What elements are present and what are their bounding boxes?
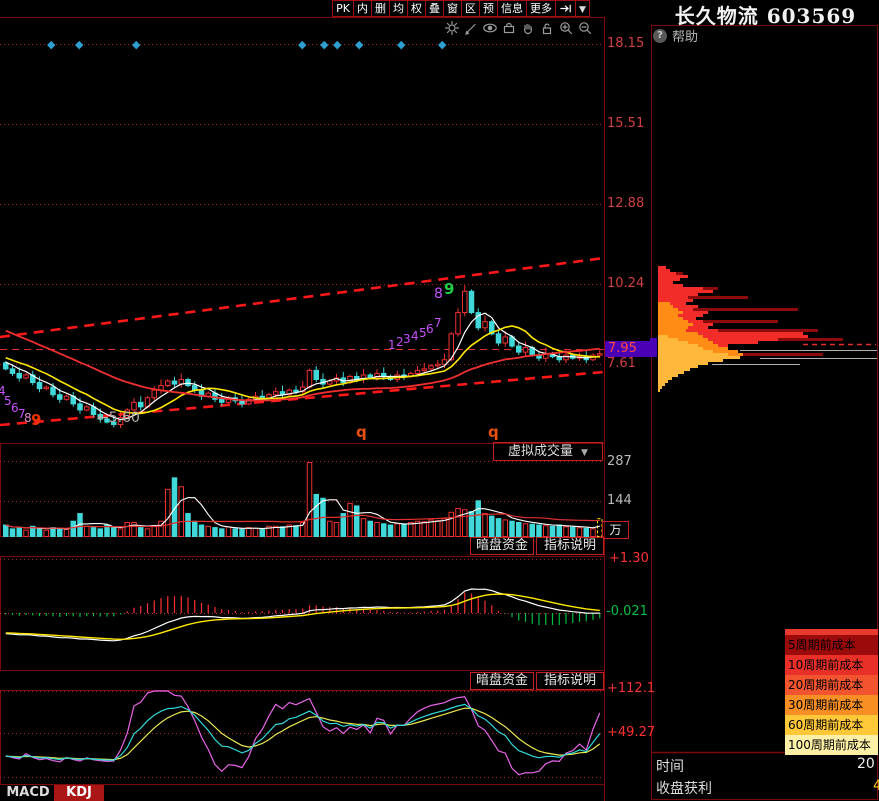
sequence-number: 1	[388, 338, 396, 352]
volume-indicator-selector[interactable]: 虚拟成交量 ▼	[493, 442, 603, 461]
legend-item: 20周期前成本	[785, 675, 878, 695]
chart-canvas[interactable]	[0, 0, 879, 801]
toolbar-button-内[interactable]: 内	[353, 0, 372, 17]
tab-macd[interactable]: MACD	[2, 785, 54, 801]
kdj-axis-mid: +49.27	[607, 725, 656, 740]
toolbar: PK 内删均权叠窗区预信息 更多 ▼	[332, 0, 590, 17]
price-axis-label: 10.24	[607, 276, 645, 291]
sequence-number: 4	[411, 329, 419, 343]
diamond-marker-icon: ◆	[397, 38, 406, 51]
tab-kdj[interactable]: KDJ	[54, 785, 104, 801]
close-profit-value: 4	[873, 778, 879, 794]
diamond-marker-icon: ◆	[438, 38, 447, 51]
diamond-marker-icon: ◆	[355, 38, 364, 51]
macd-axis-zero: -0.021	[606, 604, 648, 619]
price-axis-label: 12.88	[607, 196, 645, 211]
volume-axis-max: 287	[607, 454, 632, 469]
toolbox-icon[interactable]	[501, 20, 517, 36]
dark-pool-funds-button[interactable]: 暗盘资金	[470, 672, 534, 690]
sequence-number: 3	[403, 332, 411, 346]
go-to-end-icon[interactable]	[555, 0, 576, 17]
chart-tools	[444, 20, 593, 36]
legend-item: 5周期前成本	[785, 635, 878, 655]
legend-item: 30周期前成本	[785, 695, 878, 715]
hand-icon[interactable]	[520, 20, 536, 36]
pencil-icon[interactable]	[463, 20, 479, 36]
gap-marker: q	[488, 423, 499, 441]
gap-marker: q	[356, 423, 367, 441]
diamond-marker-icon: ◆	[333, 38, 342, 51]
legend-item: 100周期前成本	[785, 735, 878, 755]
price-axis-label: 15.51	[607, 116, 645, 131]
zoom-out-icon[interactable]	[577, 20, 593, 36]
eye-icon[interactable]	[482, 20, 498, 36]
indicator-tabs: MACD KDJ	[2, 785, 104, 801]
question-icon: ?	[653, 28, 667, 43]
volume-axis-mid: 144	[607, 493, 632, 508]
volume-unit-badge: 万	[602, 521, 629, 539]
diamond-marker-icon: ◆	[132, 38, 141, 51]
sequence-number: 7	[434, 316, 442, 330]
close-profit-label: 收盘获利	[656, 781, 712, 797]
help-label: 帮助	[672, 30, 699, 45]
toolbar-button-更多[interactable]: 更多	[526, 0, 556, 17]
toolbar-button-信息[interactable]: 信息	[497, 0, 527, 17]
time-value: 20	[857, 756, 875, 772]
toolbar-button-均[interactable]: 均	[389, 0, 408, 17]
price-axis-label: 7.61	[607, 356, 636, 371]
indicator-help-button[interactable]: 指标说明	[536, 537, 604, 555]
sequence-number: 9	[444, 280, 455, 298]
low-price-annotation: ←5.60	[97, 410, 140, 426]
legend-item: 60周期前成本	[785, 715, 878, 735]
lock-icon[interactable]	[539, 20, 555, 36]
trading-terminal: PK 内删均权叠窗区预信息 更多 ▼ 长久物流 603569 ? 帮助 18.15 15…	[0, 0, 879, 801]
gear-icon[interactable]	[444, 20, 460, 36]
legend-item: 10周期前成本	[785, 655, 878, 675]
macd-axis-max: +1.30	[609, 551, 649, 566]
diamond-marker-icon: ◆	[47, 38, 56, 51]
toolbar-button-删[interactable]: 删	[371, 0, 390, 17]
toolbar-button-窗[interactable]: 窗	[443, 0, 462, 17]
time-label: 时间	[656, 759, 684, 775]
diamond-marker-icon: ◆	[320, 38, 329, 51]
toolbar-button-叠[interactable]: 叠	[425, 0, 444, 17]
zoom-in-icon[interactable]	[558, 20, 574, 36]
chevron-down-icon: ▼	[581, 448, 588, 458]
page-title: 长久物流 603569	[674, 4, 857, 28]
indicator-help-button[interactable]: 指标说明	[536, 672, 604, 690]
dark-pool-funds-button[interactable]: 暗盘资金	[470, 537, 534, 555]
toolbar-button-区[interactable]: 区	[461, 0, 480, 17]
dropdown-caret-icon[interactable]: ▼	[575, 0, 590, 17]
sequence-number: 8	[434, 286, 443, 302]
volume-selector-label: 虚拟成交量	[508, 444, 574, 459]
sequence-number: 9	[31, 411, 42, 429]
price-axis-label: 18.15	[607, 36, 645, 51]
current-price-badge: 7.95	[605, 341, 650, 357]
toolbar-button-权[interactable]: 权	[407, 0, 426, 17]
cost-legend: 5周期前成本 10周期前成本 20周期前成本 30周期前成本 60周期前成本 100周期前…	[785, 629, 878, 755]
diamond-marker-icon: ◆	[298, 38, 307, 51]
diamond-marker-icon: ◆	[75, 38, 84, 51]
help-button[interactable]: ? 帮助	[653, 26, 698, 45]
toolbar-button-预[interactable]: 预	[479, 0, 498, 17]
sequence-number: 6	[426, 322, 434, 336]
toolbar-button-PK[interactable]: PK	[332, 0, 354, 17]
kdj-axis-max: +112.1	[607, 681, 656, 696]
